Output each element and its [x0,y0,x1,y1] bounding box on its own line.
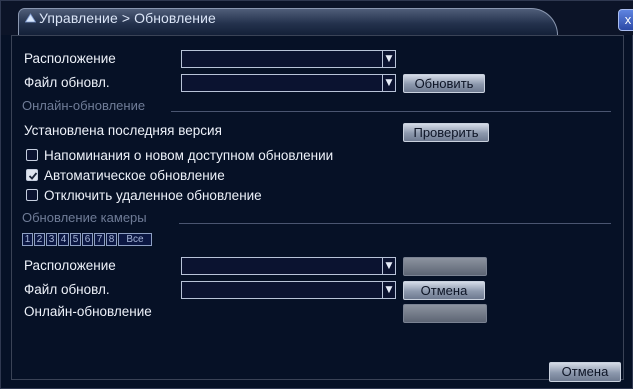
disable-remote-checkbox[interactable] [26,189,38,201]
channel-5-button[interactable]: 5 [70,233,81,246]
close-icon: x [624,12,632,27]
reminder-checkbox[interactable] [26,149,38,161]
camera-update-section-title: Обновление камеры [22,210,147,225]
check-button[interactable]: Проверить [403,123,489,142]
version-status-text: Установлена последняя версия [24,123,222,138]
online-update-section-title: Онлайн-обновление [22,98,146,113]
chevron-down-icon: ▼ [382,282,395,298]
section-divider [179,223,611,224]
camera-file-dropdown[interactable]: ▼ [181,281,396,299]
title-bar: Управление > Обновление x [1,1,633,35]
close-button[interactable]: x [618,9,633,31]
update-button[interactable]: Обновить [403,74,485,93]
camera-update-button-disabled [403,257,487,276]
camera-location-label: Расположение [24,258,116,273]
section-divider [171,111,611,112]
auto-update-label: Автоматическое обновление [44,168,225,183]
title-arrow-icon [25,13,36,23]
chevron-down-icon: ▼ [382,258,395,274]
channel-6-button[interactable]: 6 [82,233,93,246]
location-dropdown[interactable]: ▼ [181,50,396,68]
channel-1-button[interactable]: 1 [22,233,33,246]
update-dialog: Управление > Обновление x Расположение ▼… [0,0,633,389]
cancel-button[interactable]: Отмена [549,362,621,382]
window-title: Управление > Обновление [39,10,216,26]
file-label: Файл обновл. [24,75,110,90]
camera-online-button-disabled [403,304,487,323]
camera-file-label: Файл обновл. [24,282,110,297]
channel-all-button[interactable]: Все [118,233,152,246]
channel-2-button[interactable]: 2 [34,233,45,246]
channel-3-button[interactable]: 3 [46,233,57,246]
reminder-label: Напоминания о новом доступном обновлении [44,148,334,163]
camera-location-dropdown[interactable]: ▼ [181,257,396,275]
file-dropdown[interactable]: ▼ [181,74,396,92]
camera-cancel-button[interactable]: Отмена [403,281,485,300]
channel-8-button[interactable]: 8 [106,233,117,246]
location-label: Расположение [24,51,116,66]
channel-4-button[interactable]: 4 [58,233,69,246]
chevron-down-icon: ▼ [382,51,395,67]
auto-update-checkbox[interactable] [26,169,38,181]
chevron-down-icon: ▼ [382,75,395,91]
camera-online-update-label: Онлайн-обновление [24,304,152,319]
channel-7-button[interactable]: 7 [94,233,105,246]
disable-remote-label: Отключить удаленное обновление [44,188,262,203]
checkmark-icon [28,172,38,180]
